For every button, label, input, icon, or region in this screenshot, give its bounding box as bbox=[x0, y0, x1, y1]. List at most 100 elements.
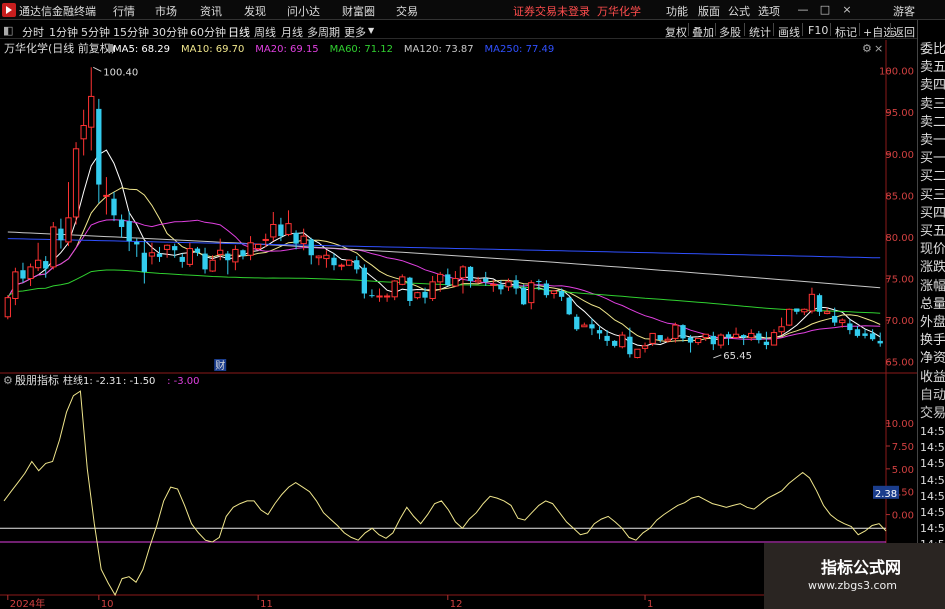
candle-body-up bbox=[641, 345, 649, 349]
maximize-icon[interactable]: □ bbox=[818, 4, 832, 16]
candle-body-down bbox=[483, 278, 489, 282]
menu-formula[interactable]: 公式 bbox=[728, 3, 750, 19]
candle-body-down bbox=[202, 253, 208, 270]
more-chevron-icon[interactable]: ▼ bbox=[368, 26, 374, 35]
overlay-button[interactable]: 叠加 bbox=[692, 24, 714, 40]
candle-body-down bbox=[278, 224, 284, 237]
chart-title: 万华化学(日线 前复权) bbox=[4, 41, 115, 55]
menu-ask[interactable]: 问小达 bbox=[287, 3, 320, 19]
candle-body-down bbox=[467, 266, 474, 282]
period-weekly[interactable]: 周线 bbox=[254, 24, 276, 40]
period-5min[interactable]: 5分钟 bbox=[81, 24, 110, 40]
ind-y-tick-label: 0.00 bbox=[892, 511, 914, 522]
period-more[interactable]: 更多 bbox=[344, 24, 366, 40]
period-monthly[interactable]: 月线 bbox=[281, 24, 303, 40]
panel-label-7: 买二 bbox=[920, 169, 945, 185]
chart-svg[interactable]: 100.40 65.45 财 65.00 70.00 75.00 80.00 85.00 90… bbox=[0, 40, 917, 609]
period-15min[interactable]: 15分钟 bbox=[113, 24, 149, 40]
period-multi[interactable]: 多周期 bbox=[307, 24, 340, 40]
panel-label-13: 涨幅 bbox=[920, 278, 945, 294]
candle-body-down bbox=[877, 340, 883, 344]
candle-body-down bbox=[763, 341, 770, 346]
period-tick[interactable]: 分时 bbox=[22, 24, 44, 40]
close-icon[interactable]: × bbox=[840, 4, 854, 16]
candle-body-down bbox=[794, 308, 800, 312]
multi-stock-button[interactable]: 多股 bbox=[719, 24, 741, 40]
stats-button[interactable]: 统计 bbox=[749, 24, 771, 40]
candle-body-down bbox=[816, 295, 823, 312]
period-1min[interactable]: 1分钟 bbox=[49, 24, 78, 40]
minimize-icon[interactable]: — bbox=[796, 4, 810, 16]
chart-area[interactable]: 100.40 65.45 财 65.00 70.00 75.00 80.00 85.00 90… bbox=[0, 40, 917, 609]
menu-news[interactable]: 资讯 bbox=[200, 3, 222, 19]
menu-market[interactable]: 市场 bbox=[155, 3, 177, 19]
candle-body-down bbox=[43, 261, 49, 269]
candle-body-up bbox=[148, 252, 156, 257]
login-notice[interactable]: 证券交易未登录 万华化学 bbox=[513, 3, 641, 19]
candle-body-up bbox=[808, 293, 816, 312]
candle-body-down bbox=[407, 277, 413, 301]
menu-wealth[interactable]: 财富圈 bbox=[342, 3, 375, 19]
menu-trade[interactable]: 交易 bbox=[396, 3, 418, 19]
app-window: 通达信金融终端 行情 市场 资讯 发现 问小达 财富圈 交易 证券交易未登录 万… bbox=[0, 0, 945, 609]
period-60min[interactable]: 60分钟 bbox=[190, 24, 226, 40]
candle-body-down bbox=[657, 335, 663, 341]
candle-body-down bbox=[96, 108, 102, 185]
candle-body-up bbox=[262, 238, 269, 241]
menu-quotes[interactable]: 行情 bbox=[113, 3, 135, 19]
candle-body-up bbox=[27, 266, 34, 280]
ma-lines bbox=[7, 149, 881, 347]
candle-body-up bbox=[801, 308, 808, 313]
candle-body-down bbox=[225, 253, 231, 261]
fuquan-button[interactable]: 复权 bbox=[665, 24, 687, 40]
ind-y-tick-label: 10.00 bbox=[885, 419, 914, 430]
panel-label-20[interactable]: 交易 bbox=[920, 405, 945, 423]
high-price-label: 100.40 bbox=[103, 67, 138, 78]
candle-body-up bbox=[270, 223, 277, 238]
candle-body-down bbox=[172, 246, 178, 251]
back-button[interactable]: 返回 bbox=[893, 24, 915, 40]
menu-layout[interactable]: 版面 bbox=[698, 3, 720, 19]
f10-button[interactable]: F10 bbox=[808, 24, 828, 37]
panel-label-19[interactable]: 自动 bbox=[920, 387, 945, 405]
candle-body-up bbox=[163, 244, 171, 250]
toolbar-divider bbox=[773, 23, 774, 36]
panel-label-11: 现价 bbox=[920, 242, 945, 258]
toolbar-divider bbox=[890, 23, 891, 36]
draw-line-button[interactable]: 画线 bbox=[778, 24, 800, 40]
panel-label-8: 买三 bbox=[920, 187, 945, 203]
period-30min[interactable]: 30分钟 bbox=[152, 24, 188, 40]
candle-body-down bbox=[869, 333, 876, 340]
x-tick-label: 11 bbox=[260, 599, 273, 609]
candle-body-down bbox=[445, 274, 451, 286]
mark-button[interactable]: 标记 bbox=[835, 24, 857, 40]
toggle-panel-icon[interactable]: ◧ bbox=[3, 24, 13, 37]
ind-y-tick-label: 7.50 bbox=[892, 442, 914, 453]
candle-body-up bbox=[209, 259, 216, 272]
candle-body-down bbox=[58, 228, 64, 241]
trade-time-5: 14:56 bbox=[920, 506, 945, 519]
panel-label-2: 卖四 bbox=[920, 78, 945, 94]
high-marker-line bbox=[93, 66, 102, 72]
menu-discover[interactable]: 发现 bbox=[244, 3, 266, 19]
period-daily[interactable]: 日线 bbox=[228, 24, 250, 40]
ma-legend-5: MA250: 77.49 bbox=[485, 44, 555, 55]
candle-body-down bbox=[680, 325, 686, 339]
candle-body-up bbox=[323, 254, 330, 260]
candle-body-up bbox=[346, 259, 353, 266]
panel-label-17: 净资 bbox=[920, 351, 945, 367]
menu-function[interactable]: 功能 bbox=[666, 3, 688, 19]
candle-body-up bbox=[247, 242, 254, 256]
candle-body-up bbox=[65, 217, 72, 243]
candle-body-up bbox=[581, 324, 588, 328]
indicator-title: 殷朋指标 bbox=[15, 373, 59, 387]
chart-close-icon: × bbox=[874, 42, 883, 55]
candle-body-down bbox=[612, 340, 618, 346]
menu-options[interactable]: 选项 bbox=[758, 3, 780, 19]
y-tick-label: 95.00 bbox=[885, 108, 914, 119]
candle-body-up bbox=[254, 243, 262, 250]
candle-body-up bbox=[619, 334, 626, 348]
user-label[interactable]: 游客 bbox=[893, 3, 915, 19]
chart-settings-icon: ⚙ bbox=[862, 42, 872, 55]
ind-series-line bbox=[3, 390, 887, 597]
